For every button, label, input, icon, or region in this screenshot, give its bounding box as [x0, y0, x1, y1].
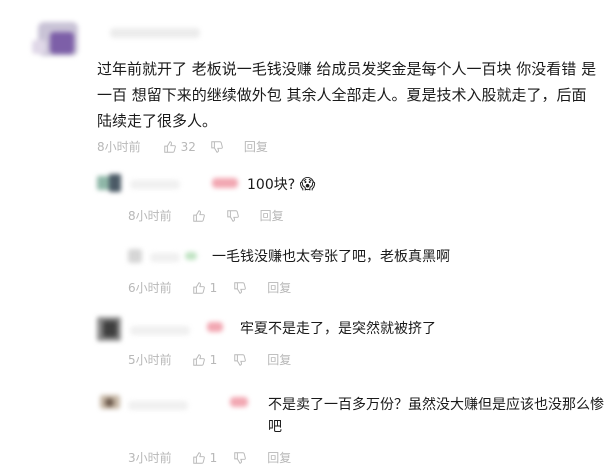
reply-like-button[interactable]: 1 [192, 450, 218, 465]
thumbs-down-icon [233, 353, 247, 367]
main-comment-like-count: 32 [180, 139, 196, 154]
reply-text: 牢夏不是走了，是突然就被挤了 [240, 321, 436, 337]
reply-username[interactable] [130, 180, 180, 189]
main-comment-time: 8小时前 [97, 140, 141, 154]
reply-text: 不是卖了一百多万份？虽然没大赚但是应该也没那么惨吧 [268, 397, 604, 435]
reply-username[interactable] [130, 326, 190, 335]
reply-dislike-button[interactable] [226, 209, 240, 223]
thumbs-up-icon [192, 209, 206, 223]
reply-dislike-button[interactable] [233, 451, 247, 465]
reply-meta: 6小时前 1 回复 [128, 279, 291, 296]
reply-avatar[interactable] [97, 172, 123, 194]
reply-like-count: 1 [209, 450, 218, 465]
reply-time: 5小时前 [128, 353, 172, 367]
reply-avatar[interactable] [100, 393, 120, 411]
thumbs-up-icon [192, 451, 206, 465]
reply-time: 8小时前 [128, 209, 172, 223]
reply-username[interactable] [128, 401, 188, 410]
reply-time: 6小时前 [128, 281, 172, 295]
thumbs-down-icon [226, 209, 240, 223]
reply-meta: 8小时前 回复 [128, 207, 284, 224]
reply-meta: 3小时前 1 回复 [128, 449, 291, 466]
reply-avatar[interactable] [128, 249, 142, 263]
main-comment-like-button[interactable]: 32 [163, 140, 196, 154]
reply-like-button[interactable]: 1 [192, 280, 218, 295]
thumbs-down-icon [233, 281, 247, 295]
thumbs-up-icon [163, 140, 177, 154]
reply-like-count: 1 [209, 280, 218, 295]
reply-avatar[interactable] [97, 317, 121, 341]
reply-meta: 5小时前 1 回复 [128, 351, 291, 368]
reply-like-count: 1 [209, 352, 218, 367]
reply-reply-button[interactable]: 回复 [267, 351, 291, 368]
main-comment-meta: 8小时前 32 回复 [97, 138, 268, 155]
reply-username[interactable] [150, 253, 180, 262]
reply-username-badge [230, 397, 248, 407]
main-comment-dislike-button[interactable] [210, 140, 224, 154]
reply-username-badge [212, 178, 238, 188]
reply-reply-button[interactable]: 回复 [267, 279, 291, 296]
thumbs-up-icon [192, 281, 206, 295]
main-comment-username[interactable] [110, 28, 200, 38]
shocked-face-emoji-icon: 😱 [299, 175, 316, 193]
reply-username-badge [185, 252, 197, 260]
reply-like-button[interactable] [192, 209, 206, 223]
reply-username-badge [207, 322, 223, 332]
thumbs-down-icon [210, 140, 224, 154]
reply-text: 一毛钱没赚也太夸张了吧，老板真黑啊 [212, 249, 450, 265]
reply-like-button[interactable]: 1 [192, 352, 218, 367]
reply-dislike-button[interactable] [233, 281, 247, 295]
reply-time: 3小时前 [128, 451, 172, 465]
reply-reply-button[interactable]: 回复 [267, 449, 291, 466]
reply-text-content: 100块? [247, 177, 296, 193]
thumbs-up-icon [192, 353, 206, 367]
main-comment-text: 过年前就开了 老板说一毛钱没赚 给成员发奖金是每个人一百块 你没看错 是一百 想… [97, 60, 597, 130]
main-comment-avatar[interactable] [30, 14, 90, 62]
reply-reply-button[interactable]: 回复 [260, 207, 284, 224]
thumbs-down-icon [233, 451, 247, 465]
reply-dislike-button[interactable] [233, 353, 247, 367]
main-comment-reply-button[interactable]: 回复 [244, 138, 268, 155]
reply-text: 100块? 😱 [247, 173, 315, 196]
